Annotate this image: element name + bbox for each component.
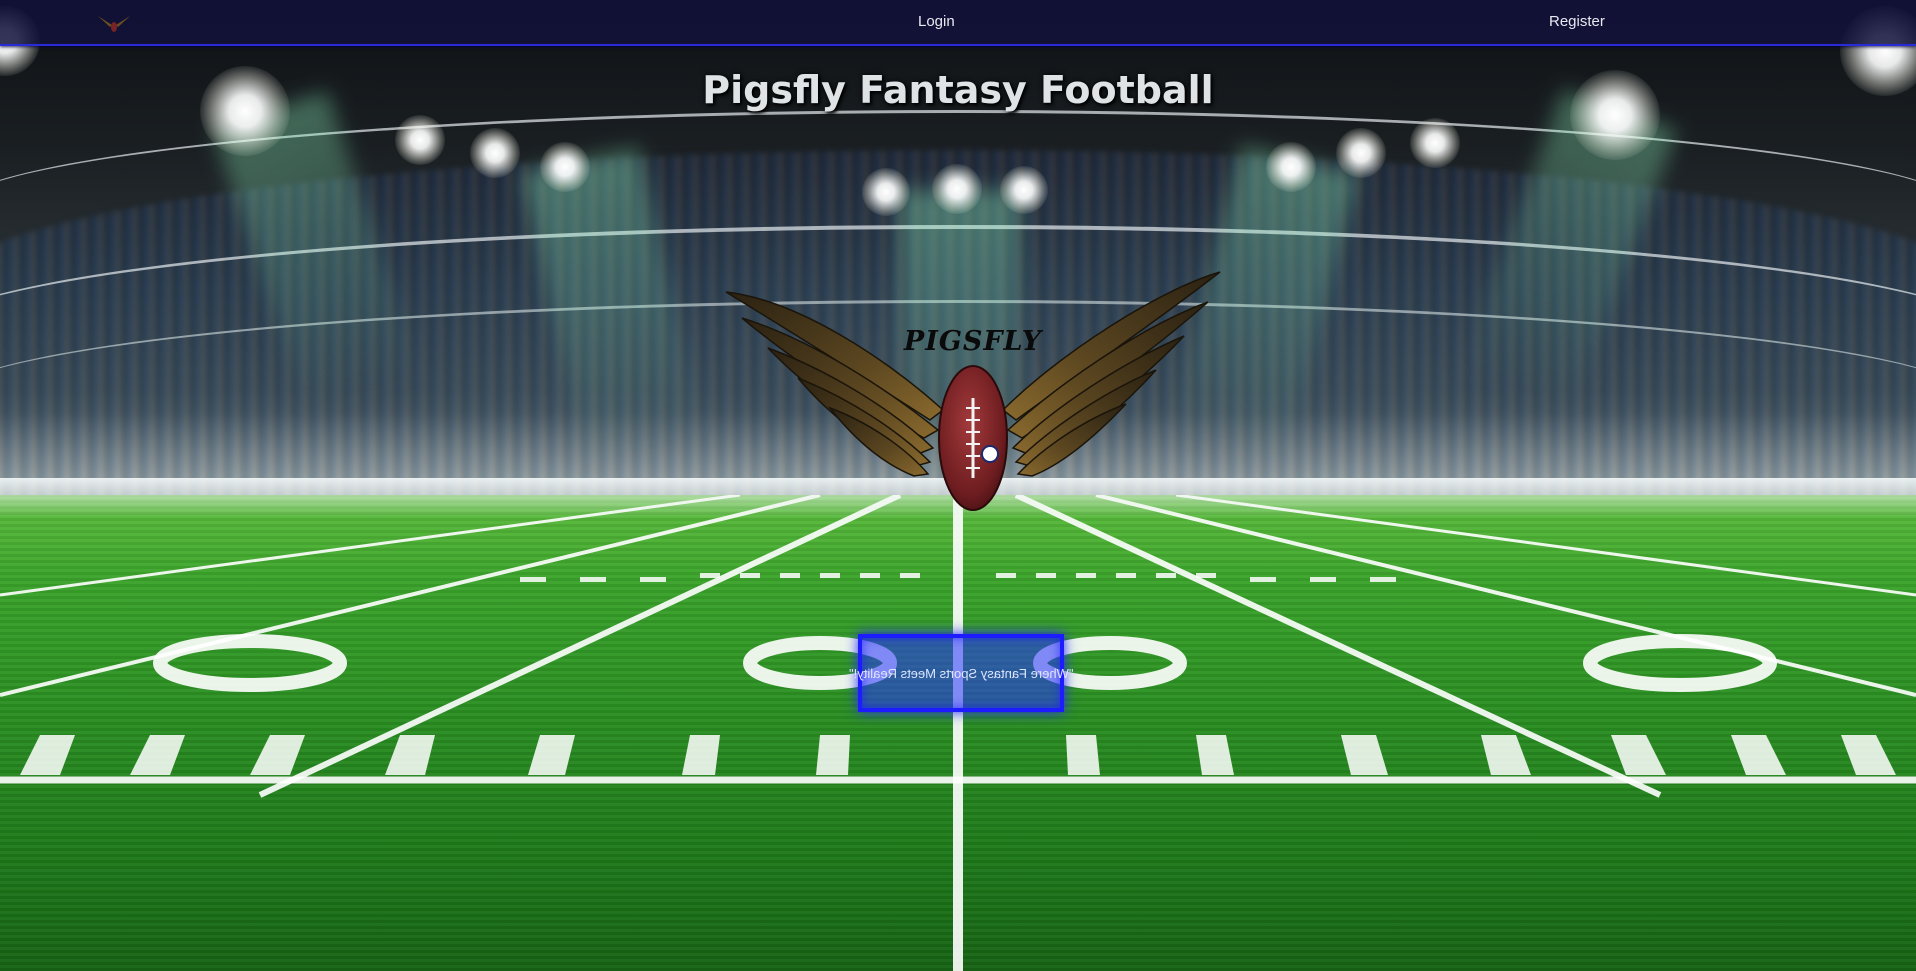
stadium-light xyxy=(932,164,982,214)
stadium-light xyxy=(540,142,590,192)
stadium-light xyxy=(1410,118,1460,168)
stadium-light xyxy=(395,115,445,165)
register-link[interactable]: Register xyxy=(1549,13,1605,30)
stadium-light xyxy=(1000,166,1048,214)
football-field xyxy=(0,495,1916,971)
slogan-text: "Where Fantasy Sports Meets Reality!" xyxy=(848,665,1074,681)
winged-football-icon[interactable] xyxy=(96,13,132,33)
landing-page: Login Register Pigsfly Fantasy Football xyxy=(0,0,1916,971)
emblem-text: PIGSFLY xyxy=(903,326,1043,357)
login-link[interactable]: Login xyxy=(918,13,955,30)
stadium-light xyxy=(1266,142,1316,192)
stadium-light xyxy=(1336,128,1386,178)
pigsfly-emblem: PIGSFLY xyxy=(718,270,1228,530)
slogan-box: "Where Fantasy Sports Meets Reality!" xyxy=(849,634,1073,712)
top-nav: Login Register xyxy=(0,0,1916,46)
field-markings xyxy=(0,495,1916,971)
page-title: Pigsfly Fantasy Football xyxy=(702,68,1214,112)
winged-football-icon xyxy=(725,271,1221,511)
stadium-light xyxy=(470,128,520,178)
stadium-light xyxy=(862,168,910,216)
